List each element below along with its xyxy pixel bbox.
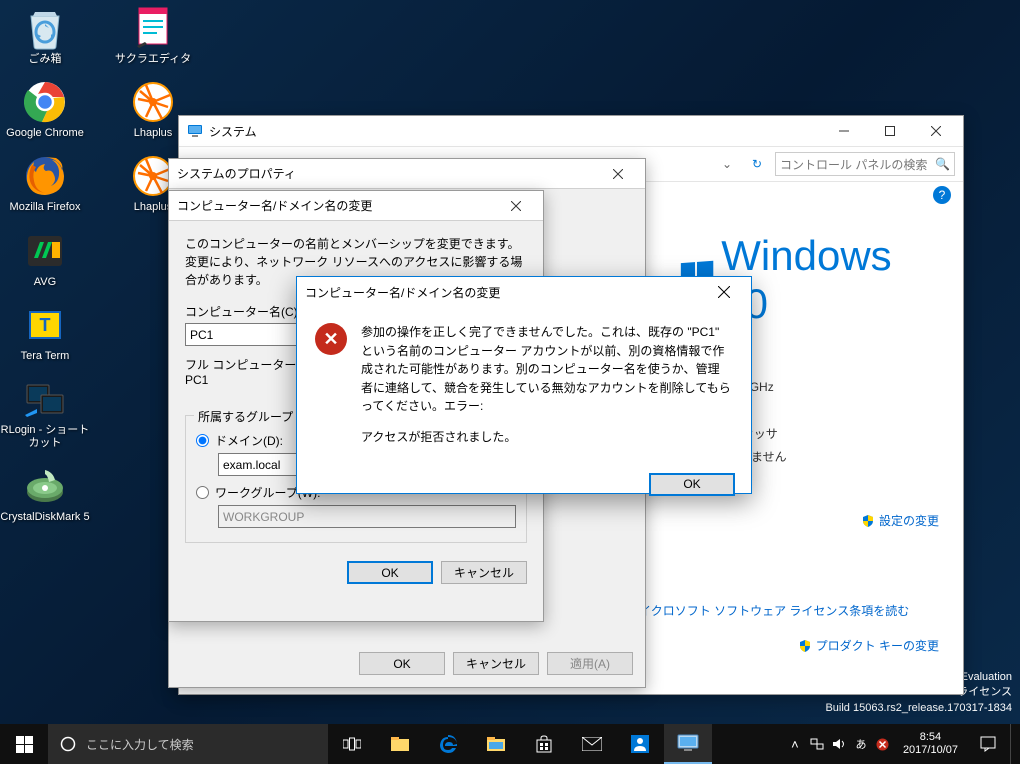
taskbar-app-store[interactable]: [520, 724, 568, 764]
error-titlebar[interactable]: コンピューター名/ドメイン名の変更: [297, 277, 751, 307]
rename-cancel-button[interactable]: キャンセル: [441, 561, 527, 584]
help-button[interactable]: ?: [933, 186, 951, 204]
tray-volume-icon[interactable]: [829, 724, 849, 764]
taskbar-clock[interactable]: 8:54 2017/10/07: [895, 731, 966, 757]
props-titlebar[interactable]: システムのプロパティ: [169, 159, 645, 189]
close-button[interactable]: [913, 116, 959, 146]
system-tray: ˄ あ 8:54 2017/10/07: [781, 724, 1020, 764]
desktop-icon-label: AVG: [0, 276, 90, 289]
error-text: 参加の操作を正しく完了できませんでした。これは、既存の "PC1" という名前の…: [361, 323, 731, 459]
change-settings-link[interactable]: 設定の変更: [679, 512, 939, 529]
error-icon: ✕: [315, 323, 347, 355]
workgroup-radio-input[interactable]: [196, 486, 209, 499]
tray-network-icon[interactable]: [807, 724, 827, 764]
notification-button[interactable]: [968, 724, 1008, 764]
desktop-icon-label: CrystalDiskMark 5: [0, 511, 90, 524]
error-ok-button[interactable]: OK: [649, 473, 735, 496]
full-name-value: PC1: [185, 373, 208, 387]
taskbar-app-fileexplorer[interactable]: [472, 724, 520, 764]
rename-ok-button[interactable]: OK: [347, 561, 433, 584]
desktop-icon-sakura[interactable]: サクラエディタ: [108, 4, 198, 66]
close-button[interactable]: [701, 277, 747, 307]
search-icon: 🔍: [935, 157, 950, 171]
props-cancel-button[interactable]: キャンセル: [453, 652, 539, 675]
taskbar-app-edge[interactable]: [424, 724, 472, 764]
error-title: コンピューター名/ドメイン名の変更: [305, 284, 701, 301]
props-ok-button[interactable]: OK: [359, 652, 445, 675]
rename-titlebar[interactable]: コンピューター名/ドメイン名の変更: [169, 191, 543, 221]
desktop-icon-crystaldiskmark[interactable]: CrystalDiskMark 5: [0, 462, 90, 524]
taskbar-app-explorer[interactable]: [376, 724, 424, 764]
refresh-button[interactable]: ↻: [745, 152, 769, 176]
tray-ime-icon[interactable]: あ: [851, 724, 871, 764]
error-dialog: コンピューター名/ドメイン名の変更 ✕ 参加の操作を正しく完了できませんでした。…: [296, 276, 752, 494]
search-placeholder: ここに入力して検索: [86, 736, 194, 753]
shield-icon: [798, 639, 812, 653]
desktop-icon-label: ごみ箱: [0, 53, 90, 66]
desktop-icon-recycle-bin[interactable]: ごみ箱: [0, 4, 90, 66]
desktop-icon-chrome[interactable]: Google Chrome: [0, 78, 90, 140]
taskbar-app-system[interactable]: [664, 724, 712, 764]
computer-icon: [187, 123, 203, 139]
domain-radio-input[interactable]: [196, 434, 209, 447]
taskbar-app-mail[interactable]: [568, 724, 616, 764]
maximize-button[interactable]: [867, 116, 913, 146]
taskbar: ここに入力して検索 ˄ あ 8:54 2017/10/07: [0, 724, 1020, 764]
desktop-icon-avg[interactable]: AVG: [0, 227, 90, 289]
props-title: システムのプロパティ: [177, 165, 595, 182]
desktop-icon-label: Tera Term: [0, 350, 90, 363]
product-key-link[interactable]: プロダクト キーの変更: [798, 637, 939, 654]
desktop-icon-label: サクラエディタ: [108, 53, 198, 66]
start-button[interactable]: [0, 724, 48, 764]
taskbar-app-people[interactable]: [616, 724, 664, 764]
close-button[interactable]: [493, 191, 539, 221]
search-placeholder: コントロール パネルの検索: [780, 156, 935, 173]
system-titlebar[interactable]: システム: [179, 116, 963, 146]
tray-chevron[interactable]: ˄: [785, 724, 805, 764]
desktop-icon-teraterm[interactable]: T Tera Term: [0, 301, 90, 363]
desktop-icon-firefox[interactable]: Mozilla Firefox: [0, 152, 90, 214]
license-terms-link[interactable]: イクロソフト ソフトウェア ライセンス条項を読む: [639, 602, 909, 619]
cortana-icon: [60, 736, 76, 752]
task-view-button[interactable]: [328, 724, 376, 764]
full-name-label: フル コンピューター名:: [185, 358, 312, 372]
tray-error-icon[interactable]: [873, 724, 893, 764]
desktop-icon-label: RLogin - ショートカット: [0, 424, 90, 450]
group-title: 所属するグループ: [194, 408, 297, 425]
taskbar-search[interactable]: ここに入力して検索: [48, 724, 328, 764]
search-box[interactable]: コントロール パネルの検索 🔍: [775, 152, 955, 176]
desktop-icon-rlogin[interactable]: RLogin - ショートカット: [0, 375, 90, 450]
show-desktop-button[interactable]: [1010, 724, 1016, 764]
address-dropdown[interactable]: ⌄: [715, 152, 739, 176]
desktop-icon-label: Google Chrome: [0, 127, 90, 140]
props-apply-button: 適用(A): [547, 652, 633, 675]
svg-text:T: T: [40, 315, 51, 335]
shield-icon: [861, 514, 875, 528]
rename-title: コンピューター名/ドメイン名の変更: [177, 197, 493, 214]
desktop-icon-label: Mozilla Firefox: [0, 201, 90, 214]
close-button[interactable]: [595, 159, 641, 189]
minimize-button[interactable]: [821, 116, 867, 146]
system-title: システム: [209, 123, 821, 140]
